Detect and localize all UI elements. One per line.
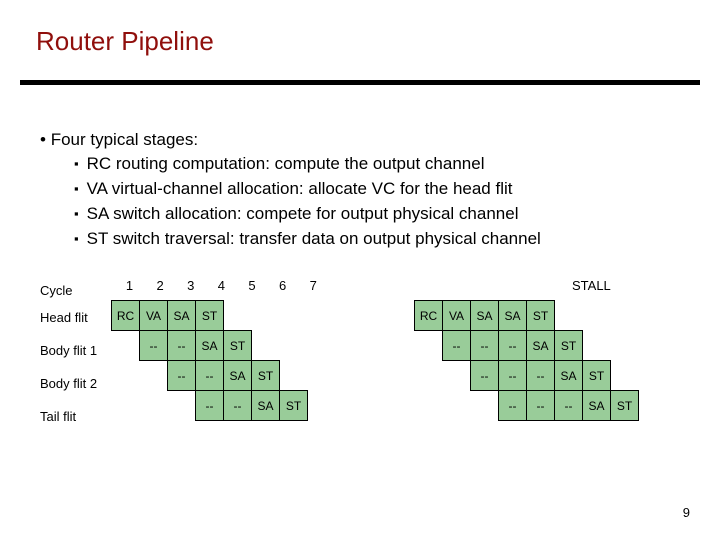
stall-label: STALL <box>572 278 611 293</box>
page-number: 9 <box>683 505 690 520</box>
cell: ST <box>611 391 639 421</box>
cell: SA <box>499 301 527 331</box>
cell: ST <box>583 361 611 391</box>
cell: SA <box>196 331 224 361</box>
cell: -- <box>499 331 527 361</box>
cell: RC <box>112 301 140 331</box>
bullet-rc: RC routing computation: compute the outp… <box>74 152 541 177</box>
row-labels: Cycle Head flit Body flit 1 Body flit 2 … <box>40 279 97 433</box>
row-label-body1: Body flit 1 <box>40 334 97 367</box>
cell: SA <box>168 301 196 331</box>
cell: ST <box>527 301 555 331</box>
pipeline-normal: RC VA SA ST -- -- SA ST -- -- SA ST -- -… <box>111 300 308 421</box>
cell: ST <box>196 301 224 331</box>
intro-lead-text: Four typical stages: <box>51 130 198 149</box>
bullet-sa: SA switch allocation: compete for output… <box>74 202 541 227</box>
cycle-4: 4 <box>208 278 235 293</box>
row-label-tail: Tail flit <box>40 400 97 433</box>
cell: -- <box>527 391 555 421</box>
cell: ST <box>280 391 308 421</box>
cycle-7: 7 <box>300 278 327 293</box>
cycle-5: 5 <box>239 278 266 293</box>
cell: RC <box>415 301 443 331</box>
cell: -- <box>499 391 527 421</box>
slide-title: Router Pipeline <box>36 26 214 57</box>
cell: ST <box>224 331 252 361</box>
cell: VA <box>443 301 471 331</box>
row-label-body2: Body flit 2 <box>40 367 97 400</box>
cell: ST <box>555 331 583 361</box>
cycle-numbers: 1 2 3 4 5 6 7 <box>116 278 327 293</box>
cell: -- <box>471 361 499 391</box>
bullet-st: ST switch traversal: transfer data on ou… <box>74 227 541 252</box>
cell: VA <box>140 301 168 331</box>
intro-block: • Four typical stages: RC routing comput… <box>40 128 541 252</box>
cell: SA <box>555 361 583 391</box>
cell: -- <box>168 361 196 391</box>
cell: -- <box>555 391 583 421</box>
cell: -- <box>168 331 196 361</box>
cell: -- <box>471 331 499 361</box>
cell: SA <box>252 391 280 421</box>
cycle-2: 2 <box>147 278 174 293</box>
cycle-1: 1 <box>116 278 143 293</box>
cell: -- <box>224 391 252 421</box>
cell: SA <box>527 331 555 361</box>
intro-bullets: RC routing computation: compute the outp… <box>74 152 541 252</box>
cell: ST <box>252 361 280 391</box>
cell: SA <box>471 301 499 331</box>
cell: -- <box>443 331 471 361</box>
cycle-3: 3 <box>177 278 204 293</box>
intro-lead: • Four typical stages: <box>40 128 541 152</box>
cycle-label: Cycle <box>40 279 97 301</box>
cell: -- <box>140 331 168 361</box>
row-label-head: Head flit <box>40 301 97 334</box>
pipeline-stall: RC VA SA SA ST -- -- -- SA ST -- -- -- S… <box>414 300 639 421</box>
bullet-va: VA virtual-channel allocation: allocate … <box>74 177 541 202</box>
cell: SA <box>583 391 611 421</box>
cell: -- <box>499 361 527 391</box>
title-rule <box>20 80 700 85</box>
cell: -- <box>527 361 555 391</box>
cycle-6: 6 <box>269 278 296 293</box>
cell: SA <box>224 361 252 391</box>
cell: -- <box>196 391 224 421</box>
cell: -- <box>196 361 224 391</box>
